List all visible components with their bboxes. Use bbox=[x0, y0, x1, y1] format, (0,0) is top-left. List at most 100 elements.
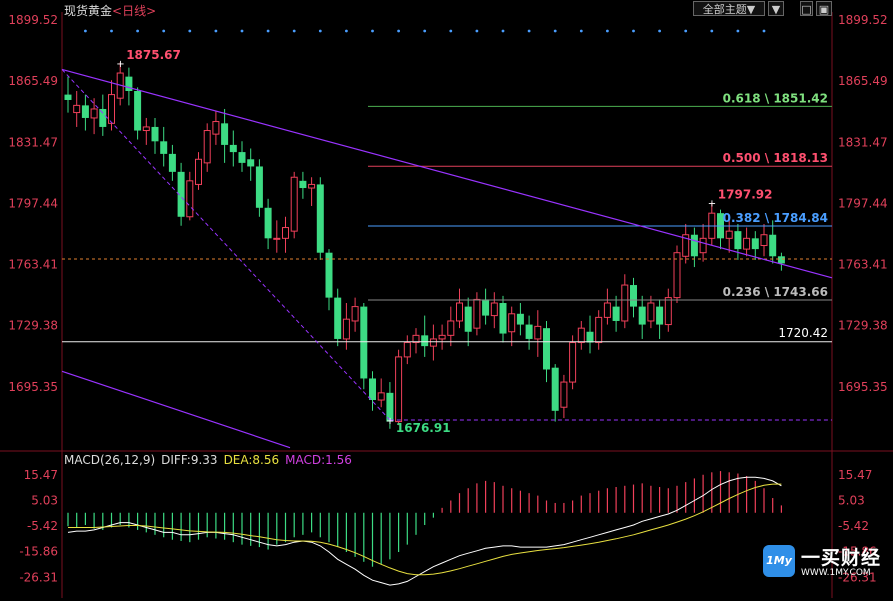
signal-dot bbox=[345, 29, 348, 33]
candle-body-down bbox=[151, 126, 159, 142]
y-tick-right: 1899.52 bbox=[838, 13, 888, 27]
logo-name: 一买财经 bbox=[801, 547, 882, 569]
candle-body-down bbox=[734, 231, 742, 250]
candle-body-down bbox=[769, 234, 777, 257]
candle-body-down bbox=[168, 153, 176, 172]
candle-body-up bbox=[377, 392, 385, 401]
candle-body-down bbox=[81, 105, 89, 118]
signal-dot bbox=[188, 29, 192, 33]
macd-dea-value: DEA:8.56 bbox=[223, 453, 280, 467]
fib-label: 0.500 \ 1818.13 bbox=[723, 151, 828, 165]
signal-dot bbox=[240, 29, 244, 33]
candle-body-down bbox=[160, 141, 168, 154]
candle-body-up bbox=[342, 318, 350, 340]
signal-dot bbox=[162, 29, 166, 33]
y-tick-left: 1899.52 bbox=[8, 13, 58, 27]
candle-body-down bbox=[299, 180, 307, 189]
signal-dot bbox=[762, 29, 766, 33]
signal-dot bbox=[292, 29, 296, 33]
maximize-icon[interactable]: □ bbox=[800, 1, 813, 16]
trend-line-upper bbox=[61, 68, 833, 279]
candle-body-down bbox=[264, 207, 272, 239]
macd-tick-left: -5.42 bbox=[27, 519, 58, 533]
signal-dot bbox=[684, 29, 688, 33]
signal-dot bbox=[501, 29, 505, 33]
candle-body-up bbox=[290, 176, 298, 232]
macd-tick-left: -26.31 bbox=[19, 570, 58, 584]
candle-body-up bbox=[351, 306, 359, 322]
period-label[interactable]: <日线> bbox=[112, 4, 156, 18]
signal-dot bbox=[579, 29, 583, 33]
logo-url: WWW.1MY.COM bbox=[801, 568, 871, 578]
candle-body-down bbox=[482, 299, 490, 316]
signal-dot bbox=[110, 29, 113, 33]
candle-body-down bbox=[316, 184, 324, 253]
y-tick-right: 1729.38 bbox=[838, 319, 888, 333]
y-tick-right: 1865.49 bbox=[838, 74, 888, 88]
signal-dot bbox=[527, 29, 531, 33]
logo-icon: 1My bbox=[763, 545, 795, 577]
candle-body-up bbox=[203, 130, 211, 164]
diff-line bbox=[67, 476, 782, 586]
overlay-layer: 0.618 \ 1851.42 0.500 \ 1818.13 0.382 \ 17… bbox=[61, 29, 833, 449]
candle-body-down bbox=[99, 108, 107, 127]
candle-body-down bbox=[369, 378, 376, 401]
signal-dot bbox=[214, 29, 218, 33]
candle-body-up bbox=[438, 334, 446, 340]
fib-label: 0.618 \ 1851.42 bbox=[723, 91, 828, 105]
candle-body-up bbox=[603, 302, 611, 318]
candle-body-up bbox=[595, 316, 603, 344]
candle-body-down bbox=[777, 256, 785, 264]
candle-body-down bbox=[421, 335, 429, 347]
y-tick-right: 1695.35 bbox=[838, 380, 888, 394]
candle-body-up bbox=[212, 121, 220, 135]
macd-tick-right: 15.47 bbox=[838, 468, 872, 482]
chevron-down-icon[interactable]: ▼ bbox=[768, 1, 784, 16]
candle-body-up bbox=[456, 302, 463, 322]
y-tick-left: 1729.38 bbox=[8, 319, 58, 333]
candle-body-up bbox=[447, 320, 455, 336]
signal-dot bbox=[475, 29, 479, 33]
theme-dropdown-button[interactable]: 全部主题▼ bbox=[693, 1, 765, 16]
instrument-title: 现货黄金 bbox=[64, 4, 113, 18]
candle-body-up bbox=[108, 94, 115, 124]
y-tick-right: 1831.47 bbox=[838, 135, 888, 149]
candle-body-up bbox=[429, 338, 437, 347]
candle-body-up bbox=[743, 237, 751, 250]
candle-body-down bbox=[255, 166, 263, 208]
candle-body-up bbox=[90, 108, 98, 119]
candle-body-up bbox=[308, 183, 316, 189]
signal-dot bbox=[423, 29, 427, 33]
candle-body-down bbox=[334, 297, 342, 339]
candle-body-up bbox=[508, 313, 516, 333]
candle-body-up bbox=[560, 381, 568, 408]
support-label: 1720.42 bbox=[778, 326, 828, 340]
brand-logo: 1My 一买财经 WWW.1MY.COM bbox=[763, 543, 891, 583]
candle-body-up bbox=[403, 342, 411, 358]
candle-body-down bbox=[516, 313, 524, 325]
candle-body-up bbox=[577, 327, 585, 344]
y-tick-left: 1797.44 bbox=[8, 196, 58, 210]
y-tick-left: 1763.41 bbox=[8, 258, 58, 272]
signal-dot bbox=[449, 29, 453, 33]
candle-body-down bbox=[360, 306, 368, 379]
macd-diff-value: DIFF:9.33 bbox=[161, 453, 218, 467]
macd-params: MACD(26,12,9) bbox=[64, 453, 156, 467]
window-icon[interactable]: ▣ bbox=[816, 1, 832, 16]
fib-label: 0.382 \ 1784.84 bbox=[723, 211, 828, 225]
candle-body-down bbox=[612, 306, 620, 321]
candle-body-down bbox=[656, 306, 664, 325]
candles-layer bbox=[64, 62, 785, 429]
candle-body-up bbox=[473, 298, 481, 329]
candle-body-down bbox=[499, 303, 507, 334]
candle-body-down bbox=[638, 306, 646, 325]
y-tick-right: 1797.44 bbox=[838, 196, 888, 210]
candle-body-up bbox=[647, 302, 655, 322]
macd-tick-left: 15.47 bbox=[24, 468, 58, 482]
candle-body-down bbox=[630, 285, 637, 307]
macd-header: MACD(26,12,9) DIFF:9.33 DEA:8.56 MACD:1.56 bbox=[64, 453, 358, 467]
candle-body-up bbox=[569, 342, 577, 383]
signal-dot bbox=[553, 29, 557, 33]
candle-body-up bbox=[699, 237, 707, 254]
candle-body-down bbox=[464, 306, 472, 332]
